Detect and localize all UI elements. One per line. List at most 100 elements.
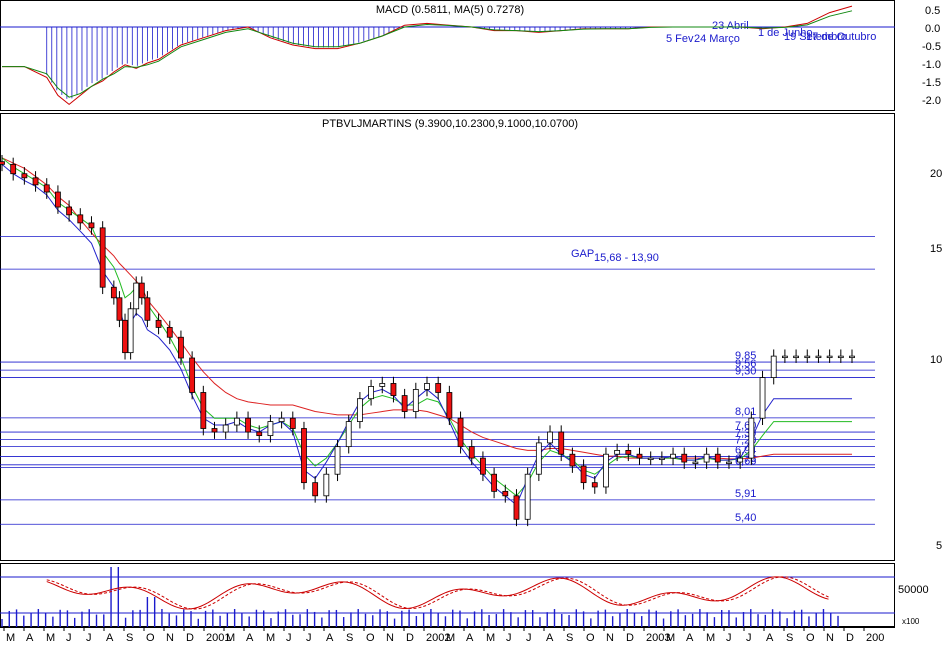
candle-body: [804, 355, 811, 359]
candle-body: [32, 177, 39, 186]
x-tick-label: J: [286, 632, 292, 644]
candle-body: [513, 495, 520, 520]
candle-body: [289, 417, 296, 429]
candle-body: [647, 457, 654, 461]
macd-plot-group: [0, 5, 895, 106]
level-label: 8,01: [735, 406, 756, 418]
x-axis-corner-label: x100: [902, 617, 920, 626]
candle-body: [658, 457, 665, 461]
x-tick-label: J: [86, 632, 92, 644]
candle-body: [379, 383, 386, 387]
x-tick-label: J: [726, 632, 732, 644]
candle-body: [368, 386, 374, 400]
candle-body: [401, 395, 408, 412]
volume-tick-label: 50000: [898, 584, 929, 596]
x-tick-label: 200: [866, 632, 884, 644]
candle-body: [267, 421, 274, 437]
candle-body: [323, 473, 330, 497]
x-tick-label: J: [746, 632, 752, 644]
stochastic-d-line: [46, 576, 829, 610]
x-tick-label: O: [146, 632, 155, 644]
candle-body: [625, 449, 632, 455]
macd-tick-label: -1.5: [922, 77, 941, 89]
candle-body: [737, 457, 744, 463]
candle-body: [547, 431, 553, 444]
candle-body: [491, 473, 498, 492]
x-tick-label: A: [26, 632, 34, 644]
x-tick-label: M: [46, 632, 55, 644]
candle-body: [334, 446, 341, 475]
x-tick-label: D: [186, 632, 194, 644]
candle-body: [714, 453, 721, 463]
candle-body: [256, 431, 263, 437]
candle-body: [66, 206, 73, 216]
macd-tick-label: -2.0: [922, 95, 941, 107]
candle-body: [43, 184, 50, 193]
candle-body: [748, 417, 755, 459]
x-tick-label: O: [806, 632, 815, 644]
candle-body: [759, 377, 766, 419]
macd-annotation: 23 Abril: [712, 20, 749, 32]
candle-body: [138, 282, 145, 299]
ma-long-line: [1, 157, 852, 460]
candle-body: [127, 308, 134, 354]
price-tick-label: 15: [930, 243, 942, 255]
stochastic-plot-group: [0, 567, 895, 627]
candle-body: [178, 336, 184, 359]
candle-body: [435, 383, 442, 393]
candle-body: [569, 453, 576, 467]
candle-body: [837, 355, 844, 359]
stochastic-k-line: [46, 576, 829, 610]
price-title: PTBVLJMARTINS (9.3900,10.2300,9.1000,10.…: [322, 118, 578, 130]
candle-body: [122, 319, 128, 354]
candle-body: [222, 424, 229, 433]
x-tick-label: N: [386, 632, 394, 644]
macd-panel-frame: [0, 0, 895, 111]
candle-body: [502, 490, 509, 497]
candle-body: [312, 482, 319, 497]
x-tick-label: A: [326, 632, 334, 644]
candle-body: [692, 461, 699, 464]
candle-body: [345, 421, 352, 448]
candle-body: [670, 453, 676, 459]
x-tick-label: J: [306, 632, 312, 644]
x-tick-label: S: [566, 632, 573, 644]
candle-body: [703, 453, 710, 463]
gap-label: GAP: [571, 248, 594, 260]
candle-body: [793, 355, 799, 359]
x-tick-label: O: [586, 632, 595, 644]
candle-body: [211, 428, 218, 433]
candle-body: [133, 282, 140, 310]
x-tick-label: S: [126, 632, 133, 644]
price-tick-label: 10: [930, 354, 942, 366]
macd-annotation: 17 de Outubro: [806, 31, 876, 43]
candle-body: [278, 417, 285, 422]
candle-body: [815, 355, 822, 359]
candle-body: [233, 417, 240, 426]
candle-body: [580, 465, 587, 484]
candle-body: [480, 457, 486, 475]
candle-body: [681, 453, 688, 463]
x-tick-label: J: [506, 632, 512, 644]
candle-body: [636, 453, 643, 459]
candle-body: [558, 431, 565, 455]
level-label: 9,30: [735, 366, 756, 378]
candle-body: [390, 383, 397, 396]
macd-tick-label: -1.0: [922, 59, 941, 71]
x-tick-label: A: [686, 632, 694, 644]
candle-body: [245, 417, 251, 433]
candle-body: [116, 297, 123, 321]
x-tick-label: M: [446, 632, 455, 644]
price-plot-group: 9,859,569,308,017,607,397,206,946,736,66…: [0, 154, 875, 527]
chart-root: MACD (0.5811, MA(5) 0.7278) PTBVLJMARTIN…: [0, 0, 946, 645]
x-tick-label: A: [546, 632, 554, 644]
x-tick-label: S: [346, 632, 353, 644]
x-tick-label: M: [666, 632, 675, 644]
candle-body: [189, 357, 196, 393]
x-tick-label: M: [226, 632, 235, 644]
candle-body: [446, 392, 453, 419]
macd-title: MACD (0.5811, MA(5) 0.7278): [376, 4, 524, 16]
candle-body: [99, 227, 106, 288]
candle-body: [356, 398, 363, 422]
candle-body: [849, 355, 855, 359]
